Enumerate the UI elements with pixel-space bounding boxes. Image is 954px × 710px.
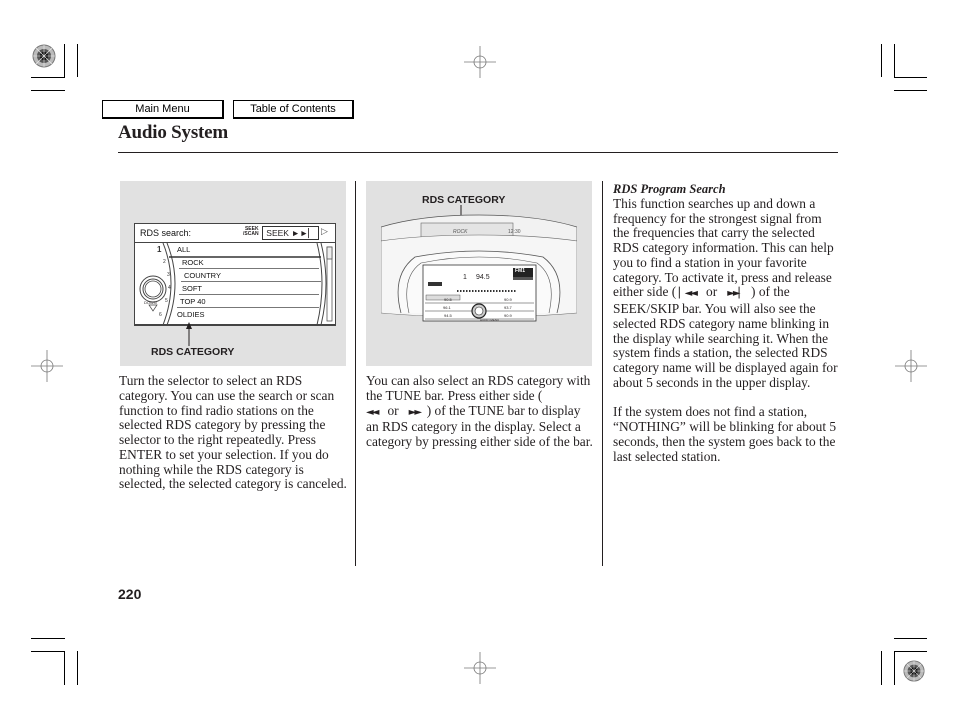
- crop-mark: [894, 651, 927, 652]
- crosshair-icon: [31, 350, 63, 387]
- category-number: 6: [159, 312, 162, 318]
- column3-body: RDS Program Search This function searche…: [613, 182, 841, 464]
- tune-forward-icon: ►►: [408, 406, 422, 418]
- category-number: 4: [168, 285, 171, 291]
- category-divider: [179, 268, 319, 269]
- seek-scan-label: SEEK/SCAN: [243, 227, 259, 237]
- category-number: 3: [167, 272, 170, 278]
- paragraph: Turn the selector to select an RDS categ…: [119, 373, 347, 492]
- preset-left: 90.5: [444, 297, 452, 302]
- crop-mark: [894, 77, 927, 78]
- upper-display-category: ROCK: [453, 229, 468, 235]
- figure-callout-label: RDS CATEGORY: [151, 346, 235, 358]
- crop-mark: [31, 77, 65, 78]
- category-number: 5: [165, 298, 168, 304]
- screen-title: RDS search:: [140, 228, 192, 238]
- text-run: ) of the SEEK/SKIP bar. You will also se…: [613, 284, 838, 390]
- upper-display-clock: 12:30: [508, 229, 521, 235]
- text-run: or: [387, 402, 399, 418]
- text-run: You can also select an RDS category with…: [366, 373, 591, 403]
- crosshair-icon: [464, 46, 496, 83]
- crop-mark: [77, 651, 78, 685]
- category-number: 2: [163, 259, 166, 265]
- seek-back-icon: ▏◄◄: [678, 288, 698, 300]
- down-label: DOWN: [144, 300, 157, 305]
- crop-mark: [894, 90, 927, 91]
- section-subheading: RDS Program Search: [613, 182, 726, 196]
- category-divider: [177, 307, 319, 308]
- crop-mark: [894, 44, 895, 77]
- column-divider: [602, 181, 603, 566]
- dashboard-illustration: [381, 205, 577, 322]
- crop-mark: [31, 90, 65, 91]
- crop-mark: [894, 651, 895, 685]
- paragraph: You can also select an RDS category with…: [366, 373, 596, 450]
- right-arrow-icon: ▷: [321, 226, 328, 236]
- display-frequency: 94.5: [476, 274, 490, 281]
- category-item: ROCK: [182, 258, 204, 267]
- callout-arrow-icon: [186, 322, 192, 346]
- category-item: SOFT: [182, 284, 202, 293]
- column1-body: Turn the selector to select an RDS categ…: [119, 373, 347, 492]
- category-item: TOP 40: [180, 297, 206, 306]
- display-band: FM1: [515, 268, 525, 274]
- preset-left: 94.5: [444, 313, 452, 318]
- screen-header: RDS search: SEEK/SCAN SEEK ►►▏ ▷: [135, 224, 335, 243]
- scan-label: /SCAN: [243, 231, 259, 237]
- tune-back-icon: ◄◄: [366, 406, 379, 418]
- main-menu-button[interactable]: Main Menu: [102, 100, 224, 119]
- seek-forward-icon: ►►▏: [727, 288, 746, 300]
- paragraph: If the system does not find a station, “…: [613, 404, 837, 464]
- text-run: This function searches up and down a fre…: [613, 195, 834, 300]
- category-item: COUNTRY: [184, 271, 221, 280]
- category-divider: [181, 281, 321, 282]
- column-divider: [355, 181, 356, 566]
- preset-right: 90.9: [504, 297, 512, 302]
- crosshair-icon: [895, 350, 927, 387]
- nav-screen-illustration: RDS search: SEEK/SCAN SEEK ►►▏ ▷ DOWN 1 …: [134, 223, 336, 326]
- display-preset: 1: [463, 274, 467, 281]
- registration-target-icon: [32, 44, 56, 73]
- crop-mark: [77, 44, 78, 77]
- header-rule: [118, 152, 838, 153]
- column2-body: You can also select an RDS category with…: [366, 373, 596, 450]
- selector-dial-illustration: [139, 243, 333, 325]
- page-number: 220: [118, 586, 142, 602]
- crop-mark: [31, 651, 65, 652]
- category-item: OLDIES: [177, 310, 205, 319]
- crop-mark: [894, 638, 927, 639]
- table-of-contents-button[interactable]: Table of Contents: [233, 100, 354, 119]
- seek-button: SEEK ►►▏: [262, 226, 319, 240]
- crosshair-icon: [464, 652, 496, 689]
- audio-menu-label: AUDIO MENU: [480, 318, 500, 322]
- preset-right: 93.7: [504, 305, 512, 310]
- crop-mark: [31, 638, 65, 639]
- crop-mark: [881, 651, 882, 685]
- text-run: ) of the TUNE bar to display an RDS cate…: [366, 402, 593, 449]
- text-run: or: [706, 284, 718, 300]
- category-number: 1: [157, 245, 162, 254]
- preset-left: 96.1: [443, 305, 451, 310]
- registration-target-icon: [903, 660, 925, 687]
- preset-right: 90.9: [504, 313, 512, 318]
- page-title: Audio System: [118, 122, 229, 143]
- category-item: ALL: [177, 245, 191, 254]
- paragraph: This function searches up and down a fre…: [613, 195, 841, 391]
- category-divider: [179, 294, 319, 295]
- crop-mark: [64, 651, 65, 685]
- crop-mark: [881, 44, 882, 77]
- crop-mark: [64, 44, 65, 77]
